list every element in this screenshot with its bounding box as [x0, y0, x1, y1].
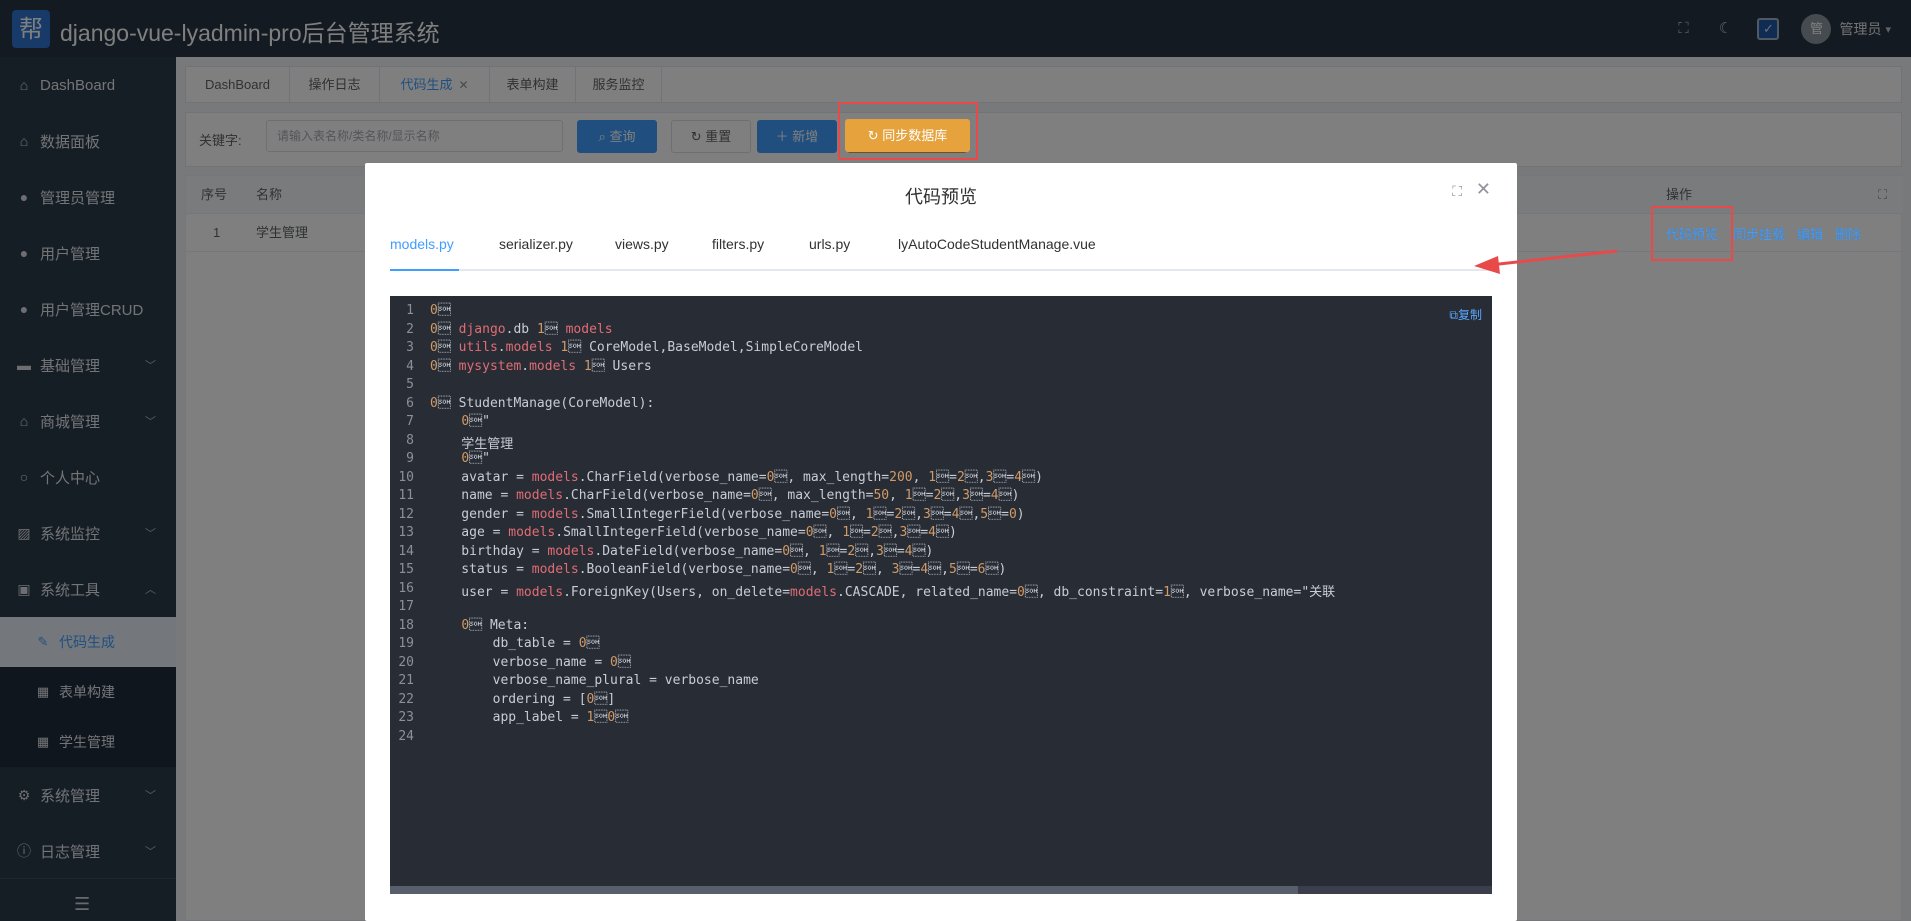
annotation-arrow	[1474, 249, 1618, 274]
